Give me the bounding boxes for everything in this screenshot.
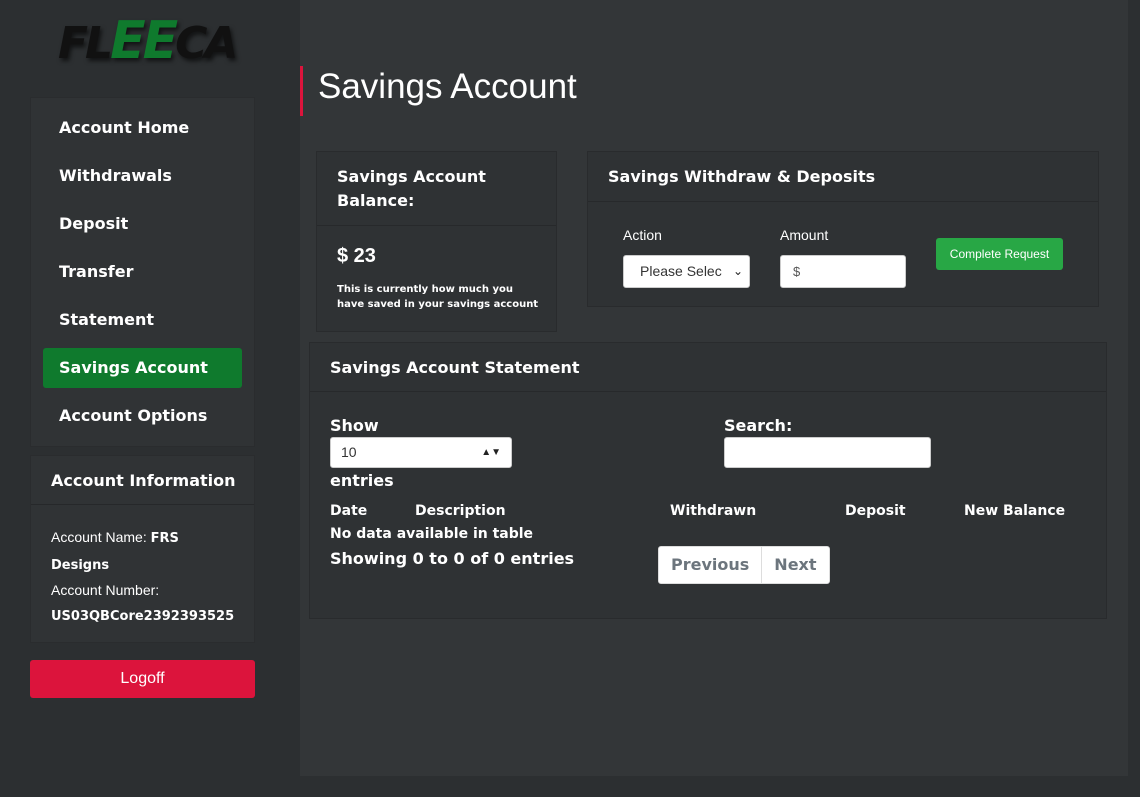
entries-label: entries [330,471,394,490]
search-input[interactable] [724,437,931,468]
withdraw-deposit-card: Savings Withdraw & Deposits Action Pleas… [587,151,1099,307]
chevron-down-icon: ⌄ [732,264,743,278]
action-select[interactable]: Please Selec ⌄ [623,255,750,288]
page-title: Savings Account [318,67,577,106]
table-info-text: Showing 0 to 0 of 0 entries [330,549,575,568]
pagination: Previous Next [658,546,830,584]
account-number-value: US03QBCore2392393525 [51,608,235,624]
account-name-row: Account Name: FRS [51,525,234,552]
sidebar-item-account-options[interactable]: Account Options [43,396,242,436]
sidebar-item-withdrawals[interactable]: Withdrawals [43,156,242,196]
logo-part-1: FL [58,18,113,69]
account-number-label: Account Number: [51,582,160,598]
entries-per-page-select[interactable]: 10 ▲▼ [330,437,512,468]
action-label: Action [623,227,662,243]
fleeca-logo: FLEECA [58,11,239,71]
previous-page-button[interactable]: Previous [659,547,761,583]
logo-part-2: EE [110,11,178,71]
account-information-panel: Account Information Account Name: FRS De… [30,455,255,643]
sidebar-item-deposit[interactable]: Deposit [43,204,242,244]
sidebar-item-transfer[interactable]: Transfer [43,252,242,292]
savings-balance-amount: $ 23 [337,245,376,267]
amount-input-placeholder: $ [793,264,801,279]
complete-request-button[interactable]: Complete Request [936,238,1063,270]
sidebar-item-account-home[interactable]: Account Home [43,108,242,148]
logo-part-3: CA [175,18,238,69]
entries-per-page-value: 10 [341,444,357,460]
account-name-value-2: Designs [51,557,110,573]
sidebar-item-savings-account[interactable]: Savings Account [43,348,242,388]
column-header-new-balance[interactable]: New Balance [964,503,1065,519]
savings-statement-card: Savings Account Statement Show 10 ▲▼ ent… [309,342,1107,619]
action-select-value: Please Selec [640,263,722,279]
column-header-description[interactable]: Description [415,503,506,519]
column-header-deposit[interactable]: Deposit [845,503,906,519]
account-name-value-1: FRS [150,531,179,546]
empty-table-message: No data available in table [330,526,534,542]
sidebar-nav: Account Home Withdrawals Deposit Transfe… [30,97,255,447]
savings-balance-card: Savings Account Balance: $ 23 This is cu… [316,151,557,332]
account-name-label: Account Name: [51,529,147,545]
withdraw-deposit-heading: Savings Withdraw & Deposits [588,152,1098,202]
account-information-heading: Account Information [31,456,254,505]
column-header-date[interactable]: Date [330,503,367,519]
amount-input[interactable]: $ [780,255,906,288]
search-label: Search: [724,416,793,435]
savings-balance-note: This is currently how much you have save… [337,284,539,310]
sort-arrows-icon: ▲▼ [481,447,501,458]
next-page-button[interactable]: Next [761,547,828,583]
column-header-withdrawn[interactable]: Withdrawn [670,503,756,519]
savings-statement-heading: Savings Account Statement [310,343,1106,392]
amount-label: Amount [780,227,829,243]
main-content: Savings Account Savings Account Balance:… [300,0,1128,776]
sidebar-item-statement[interactable]: Statement [43,300,242,340]
show-label: Show [330,416,379,435]
logoff-button[interactable]: Logoff [30,660,255,698]
title-accent-bar [300,66,303,116]
savings-balance-heading: Savings Account Balance: [317,152,556,226]
